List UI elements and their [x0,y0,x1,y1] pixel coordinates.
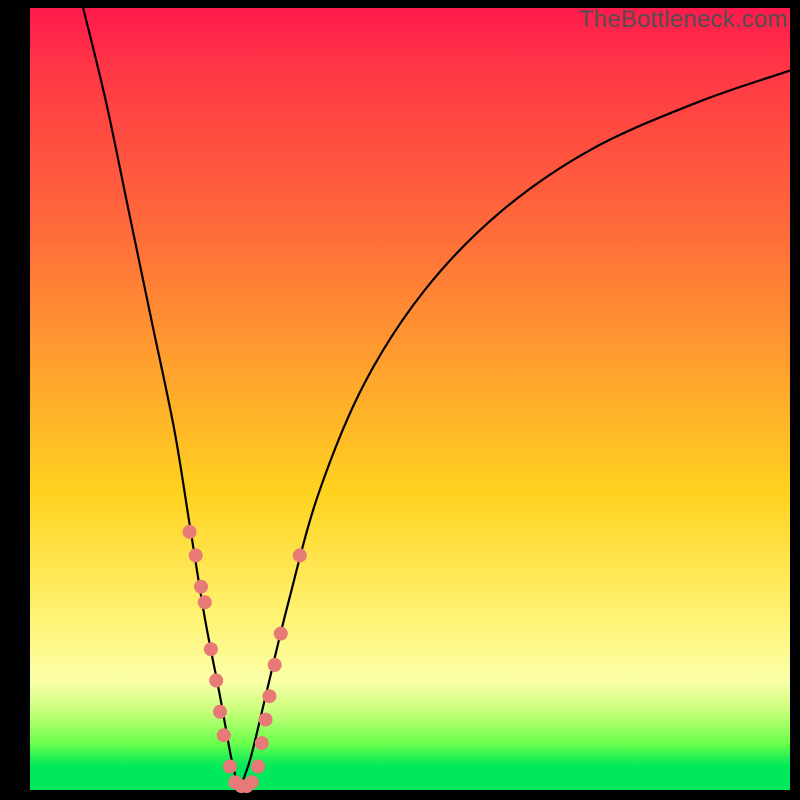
marker-group [183,525,307,793]
plot-area [30,8,790,790]
data-point [189,548,203,562]
data-point [217,728,231,742]
bottleneck-curve-right [239,71,790,790]
data-point [183,525,197,539]
data-point [255,736,269,750]
chart-stage: TheBottleneck.com [0,0,800,800]
data-point [251,760,265,774]
data-point [274,627,288,641]
data-point [213,705,227,719]
curve-svg [30,8,790,790]
watermark-text: TheBottleneck.com [579,6,788,34]
data-point [223,760,237,774]
data-point [194,580,208,594]
data-point [198,595,212,609]
data-point [262,689,276,703]
data-point [209,674,223,688]
data-point [204,642,218,656]
curve-group [83,8,790,790]
data-point [259,713,273,727]
data-point [268,658,282,672]
data-point [293,548,307,562]
data-point [245,775,259,789]
bottleneck-curve-left [83,8,239,790]
